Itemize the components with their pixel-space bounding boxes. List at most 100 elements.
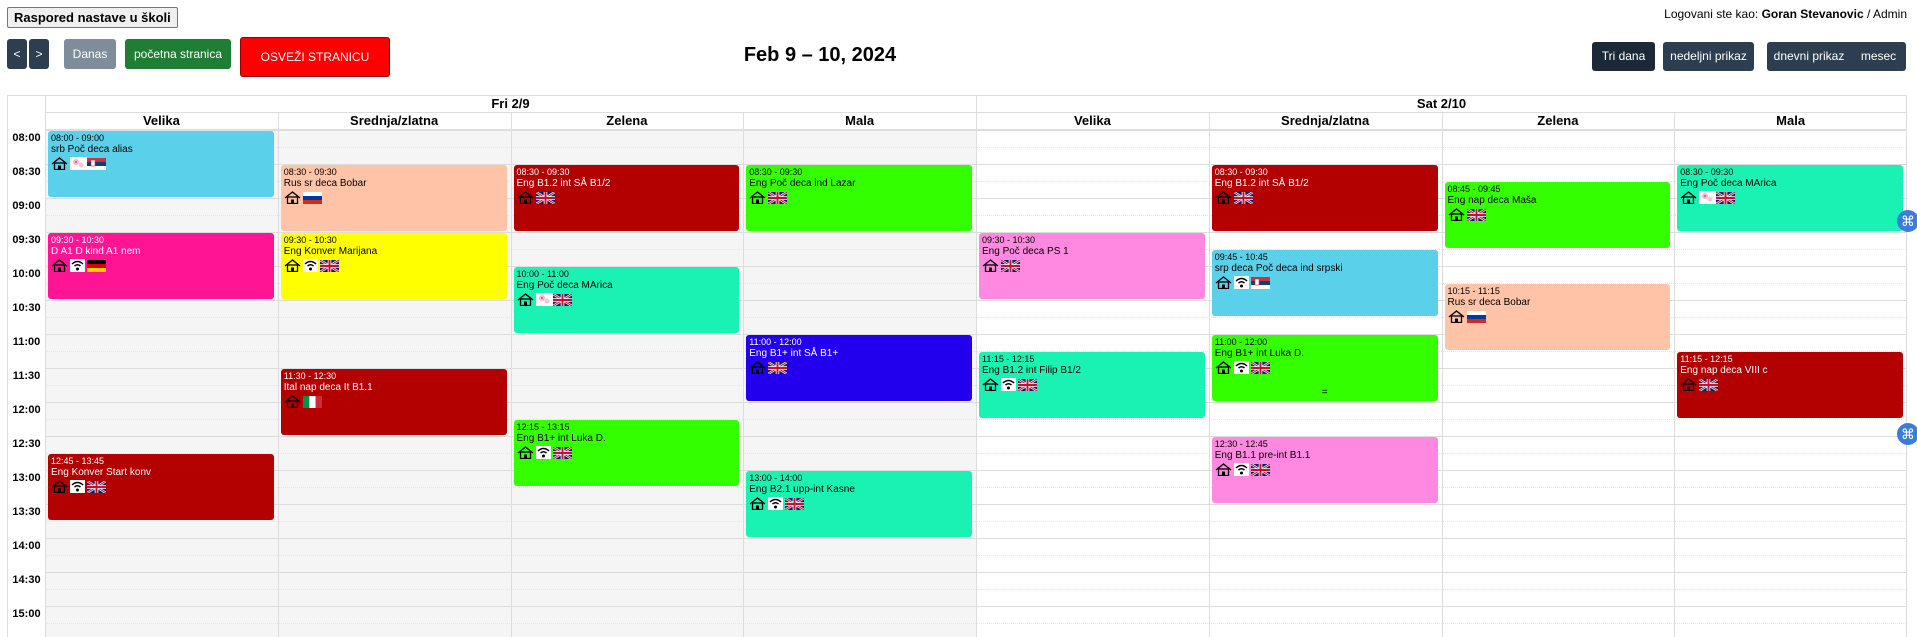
event-icons: [517, 190, 737, 205]
column-border: [1208, 113, 1210, 637]
event-time: 09:45 - 10:45: [1214, 252, 1268, 262]
calendar-event[interactable]: 09:45 - 10:45 srp deca Poč deca ind srpsk…: [1211, 250, 1438, 316]
flag-gb-icon: [319, 258, 340, 273]
login-user[interactable]: Goran Stevanovic: [1762, 7, 1864, 21]
calendar-event[interactable]: 12:15 - 13:15 Eng B1+ int Luka D.: [513, 420, 740, 486]
event-time: 10:15 - 11:15: [1447, 286, 1500, 296]
event-icons: [1215, 360, 1435, 375]
flag-ru-icon: [1466, 310, 1486, 323]
event-title: Eng Poč deca MArica: [516, 280, 613, 291]
time-slot-label: 09:30: [12, 234, 41, 246]
view-three-days-button[interactable]: Tri dana: [1592, 42, 1655, 71]
event-icons: [1680, 190, 1900, 205]
calendar-event[interactable]: 08:30 - 09:30 Rus sr deca Bobar: [280, 165, 507, 231]
classroom-icon: [1680, 378, 1697, 392]
time-slot-label: 08:30: [12, 166, 41, 178]
room-header: Mala: [1674, 113, 1906, 130]
event-resize-handle[interactable]: =: [1212, 387, 1438, 399]
event-title: Eng Poč deca MArica: [1680, 178, 1777, 189]
event-title: Eng Konver Start konv: [51, 467, 152, 478]
app-title[interactable]: Raspored nastave u školi: [7, 7, 178, 28]
command-icon[interactable]: ⌘: [1897, 423, 1917, 445]
calendar-event[interactable]: 11:30 - 12:30 Ital nap deca It B1.1: [280, 369, 507, 435]
online-icon: [768, 497, 784, 510]
calendar-event[interactable]: 11:00 - 12:00 Eng B1+ int SÅ B1+: [746, 335, 972, 401]
time-slot-label: 13:00: [12, 472, 41, 484]
calendar-event[interactable]: 08:30 - 09:30 Eng Poč deca MArica: [1677, 165, 1903, 231]
event-icons: [749, 190, 969, 205]
event-icons: [51, 479, 271, 494]
calendar-event[interactable]: 13:00 - 14:00 Eng B2.1 upp-int Kasne: [746, 471, 972, 537]
calendar-event[interactable]: 09:30 - 10:30 Eng Konver Marijana: [280, 233, 507, 299]
event-time: 09:30 - 10:30: [283, 235, 337, 245]
event-time: 12:15 - 13:15: [516, 422, 570, 432]
command-icon[interactable]: ⌘: [1897, 210, 1917, 232]
classroom-icon: [749, 361, 766, 375]
calendar-event[interactable]: 08:30 - 09:30 Eng Poč deca ind Lazar: [746, 165, 972, 231]
view-week-button[interactable]: nedeljni prikaz: [1663, 42, 1754, 71]
event-icons: [517, 292, 737, 307]
event-title: D A1 D kind A1 nem: [51, 246, 141, 257]
event-title: Eng B1.2 int SÅ B1/2: [1214, 178, 1309, 189]
flag-gb-icon: [1698, 377, 1719, 392]
event-icons: [517, 445, 737, 460]
flag-gb-icon: [1250, 360, 1271, 375]
event-title: Eng B1+ int Luka D.: [1214, 348, 1304, 359]
event-title: Eng B1.2 int SÅ B1/2: [516, 178, 611, 189]
calendar-event[interactable]: 08:30 - 09:30 Eng B1.2 int SÅ B1/2: [513, 165, 740, 231]
event-icons: [1448, 207, 1668, 222]
time-slot-label: 10:30: [12, 302, 41, 314]
event-time: 11:30 - 12:30: [283, 371, 337, 381]
calendar-event[interactable]: 09:30 - 10:30 Eng Poč deca PS 1: [979, 233, 1205, 299]
event-title: Eng nap deca Maša: [1447, 195, 1537, 206]
event-title: Ital nap deca It B1.1: [283, 382, 373, 393]
event-icons: [749, 496, 969, 511]
event-icons: [749, 360, 969, 375]
calendar-event[interactable]: 09:30 - 10:30 D A1 D kind A1 nem: [48, 233, 274, 299]
flag-gb-icon: [1715, 190, 1736, 205]
calendar-event[interactable]: 11:00 - 12:00 Eng B1+ int Luka D. =: [1211, 335, 1438, 401]
view-month-button[interactable]: mesec: [1851, 42, 1906, 71]
event-time: 12:45 - 13:45: [51, 456, 105, 466]
column-border: [277, 113, 279, 637]
event-title: srb Poč deca alias: [51, 144, 133, 155]
calendar-event[interactable]: 08:30 - 09:30 Eng B1.2 int SÅ B1/2: [1211, 165, 1438, 231]
calendar-event[interactable]: 12:30 - 12:45 Eng B1.1 pre-int B1.1: [1211, 437, 1438, 503]
flag-gb-icon: [1233, 190, 1254, 205]
calendar-event[interactable]: 10:00 - 11:00 Eng Poč deca MArica: [513, 267, 740, 333]
room-header: Srednja/zlatna: [277, 113, 511, 130]
calendar-event[interactable]: 11:15 - 12:15 Eng nap deca VIII c: [1677, 352, 1903, 418]
flag-gb-icon: [784, 496, 805, 511]
classroom-icon: [1680, 191, 1697, 205]
classroom-icon: [749, 497, 766, 511]
calendar-event[interactable]: 10:15 - 11:15 Rus sr deca Bobar: [1444, 284, 1671, 350]
calendar-event[interactable]: 08:45 - 09:45 Eng nap deca Maša: [1444, 182, 1671, 248]
event-time: 08:30 - 09:30: [1680, 167, 1734, 177]
event-title: Eng Poč deca PS 1: [982, 246, 1069, 257]
event-time: 10:00 - 11:00: [516, 269, 569, 279]
online-icon: [1233, 463, 1249, 476]
event-time: 11:00 - 12:00: [749, 337, 802, 347]
event-time: 09:30 - 10:30: [982, 235, 1036, 245]
time-slot-label: 14:00: [12, 540, 41, 552]
event-icons: [284, 395, 504, 409]
flag-gb-icon: [767, 360, 788, 375]
date-range-title: Feb 9 – 10, 2024: [743, 44, 897, 66]
calendar-event[interactable]: 12:45 - 13:45 Eng Konver Start konv: [48, 454, 274, 520]
event-title: Eng B1.1 pre-int B1.1: [1214, 450, 1311, 461]
classroom-icon: [51, 259, 68, 273]
room-header: Srednja/zlatna: [1208, 113, 1442, 130]
calendar-event[interactable]: 08:00 - 09:00 srb Poč deca alias: [48, 131, 274, 197]
event-time: 09:30 - 10:30: [51, 235, 105, 245]
column-border: [976, 96, 977, 637]
classroom-icon: [517, 446, 534, 460]
view-day-button[interactable]: dnevni prikaz: [1767, 42, 1851, 71]
online-icon: [1001, 378, 1016, 391]
flag-de-icon: [87, 259, 106, 272]
classroom-icon: [982, 378, 999, 392]
event-title: Eng B2.1 upp-int Kasne: [749, 484, 855, 495]
online-icon: [1233, 276, 1249, 289]
children-icon: [1699, 191, 1717, 204]
event-time: 08:30 - 09:30: [516, 167, 570, 177]
calendar-event[interactable]: 11:15 - 12:15 Eng B1.2 int Filip B1/2: [979, 352, 1205, 418]
